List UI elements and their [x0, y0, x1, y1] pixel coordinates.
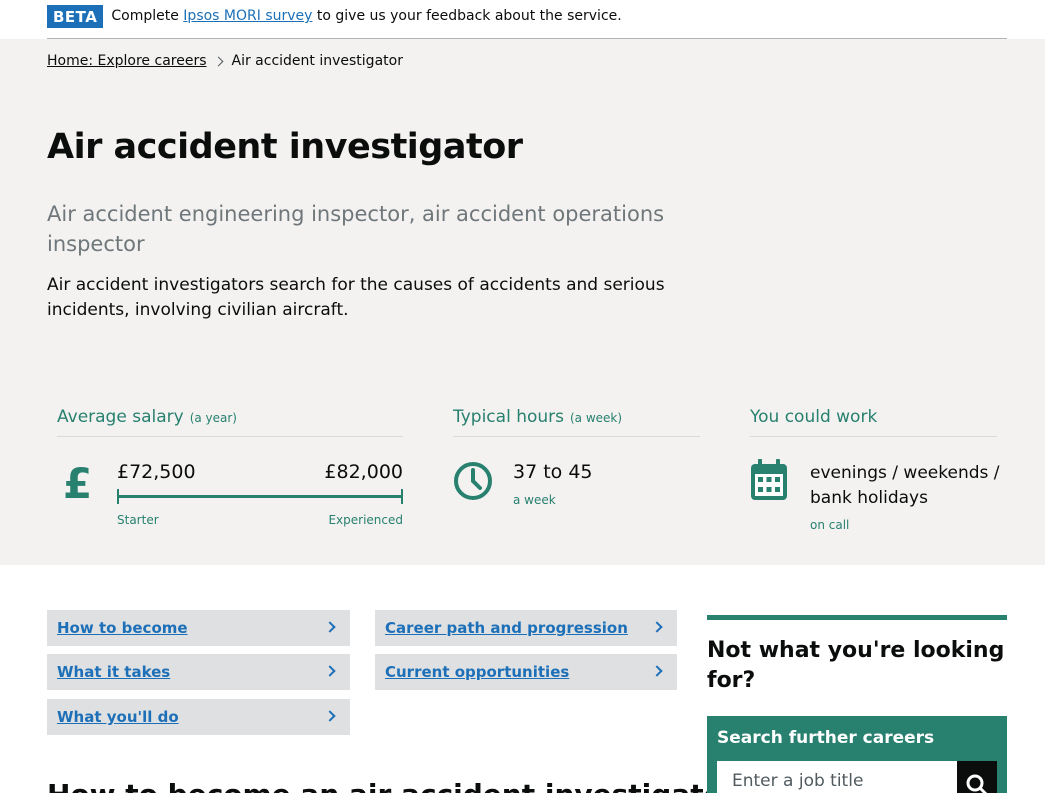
starter-label: Starter [117, 513, 159, 527]
page-title: Air accident investigator [47, 127, 523, 167]
work-sub: on call [810, 518, 850, 532]
breadcrumb: Home: Explore careers Air accident inves… [47, 53, 403, 69]
clock-icon [454, 462, 492, 500]
chevron-right-icon [324, 665, 336, 677]
nav-what-youll-do[interactable]: What you'll do [47, 699, 350, 735]
calendar-icon [751, 459, 787, 500]
hours-qualifier: (a week) [570, 411, 623, 425]
experienced-label: Experienced [328, 513, 403, 527]
salary-heading: Average salary (a year) [57, 407, 403, 437]
survey-link[interactable]: Ipsos MORI survey [183, 8, 312, 24]
search-icon [966, 774, 988, 793]
sidebar-title: Not what you're looking for? [707, 638, 1005, 693]
hours-heading: Typical hours (a week) [453, 407, 700, 437]
average-salary: Average salary (a year) £ £72,500 £82,000… [57, 407, 403, 527]
salary-range-bar [117, 489, 403, 504]
chevron-right-icon [651, 621, 663, 633]
job-header: Home: Explore careers Air accident inves… [0, 39, 1045, 565]
chevron-right-icon [213, 56, 223, 66]
section-heading: How to become an air accident investigat… [47, 778, 737, 793]
alternative-titles: Air accident engineering inspector, air … [47, 202, 665, 256]
search-input[interactable] [717, 761, 957, 793]
search-button[interactable] [957, 761, 997, 793]
starter-salary: £72,500 [117, 461, 196, 483]
typical-hours: Typical hours (a week) 37 to 45 a week [453, 407, 700, 507]
chevron-right-icon [651, 665, 663, 677]
hours-unit: a week [513, 493, 556, 507]
chevron-right-icon [324, 621, 336, 633]
job-summary: Air accident investigators search for th… [47, 275, 665, 320]
breadcrumb-home-link[interactable]: Home: Explore careers [47, 53, 207, 69]
beta-tag: BETA [47, 4, 104, 28]
hours-value: 37 to 45 [513, 461, 593, 483]
nav-how-to-become[interactable]: How to become [47, 610, 350, 646]
experienced-salary: £82,000 [324, 461, 403, 483]
search-label: Search further careers [717, 728, 935, 748]
you-could-work: You could work evenings / weekends / ban… [750, 407, 1000, 532]
beta-banner: BETA Complete Ipsos MORI survey to give … [47, 0, 1007, 39]
salary-qualifier: (a year) [189, 411, 237, 425]
chevron-right-icon [324, 710, 336, 722]
work-value: evenings / weekends / bank holidays [810, 463, 1000, 508]
sidebar: Not what you're looking for? Search furt… [707, 615, 1007, 793]
nav-what-it-takes[interactable]: What it takes [47, 654, 350, 690]
breadcrumb-current: Air accident investigator [231, 53, 403, 69]
search-panel: Search further careers [707, 716, 1007, 793]
nav-current-opportunities[interactable]: Current opportunities [375, 654, 677, 690]
nav-career-path[interactable]: Career path and progression [375, 610, 677, 646]
work-heading: You could work [750, 407, 997, 437]
beta-message: Complete Ipsos MORI survey to give us yo… [111, 8, 622, 24]
pound-icon: £ [63, 459, 93, 508]
